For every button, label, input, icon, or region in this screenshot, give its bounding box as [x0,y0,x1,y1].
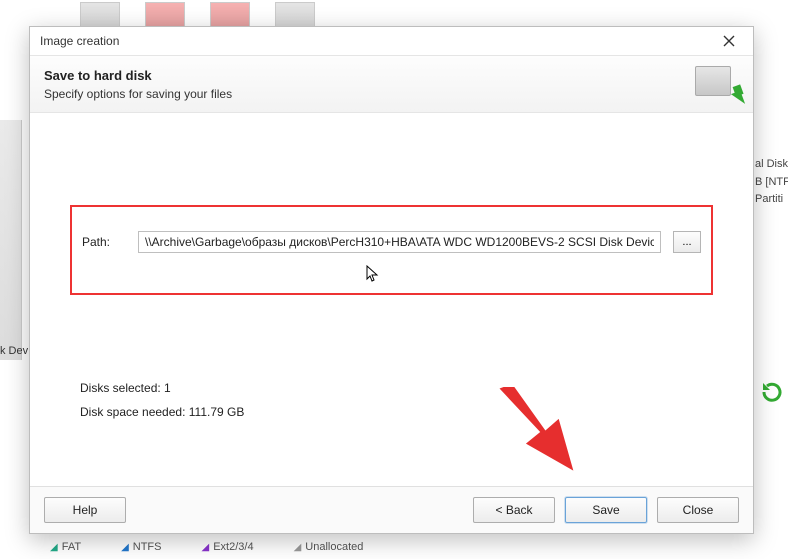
background-right-panel: al Disk B [NTFS Partiti [753,150,788,215]
disks-selected-label: Disks selected: [80,381,161,395]
bg-icon [80,2,120,28]
footer-right-buttons: < Back Save Close [473,497,739,523]
help-button[interactable]: Help [44,497,126,523]
background-toolbar-icons [80,2,315,28]
bg-right-line: B [NTFS [755,174,786,192]
legend-ext: Ext2/3/4 [202,541,254,553]
space-needed-value: 111.79 GB [189,405,245,419]
space-needed-label: Disk space needed: [80,405,185,419]
browse-button[interactable]: ... [673,231,701,253]
save-button[interactable]: Save [565,497,647,523]
info-block: Disks selected: 1 Disk space needed: 111… [80,376,244,424]
bg-icon [210,2,250,28]
background-stripe [0,120,22,360]
back-button[interactable]: < Back [473,497,555,523]
background-left-label: k Dev [0,345,28,357]
path-label: Path: [82,235,126,249]
close-icon[interactable] [709,29,749,53]
titlebar: Image creation [30,27,753,55]
bg-icon [145,2,185,28]
red-arrow-annotation [485,387,595,482]
legend-ntfs: NTFS [121,541,161,553]
dialog-header: Save to hard disk Specify options for sa… [30,55,753,113]
bg-right-line: Partiti [755,191,786,209]
disks-selected-value: 1 [164,381,171,395]
image-creation-dialog: Image creation Save to hard disk Specify… [29,26,754,534]
path-row: Path: ... [82,231,701,253]
dialog-footer: Help < Back Save Close [30,486,753,533]
refresh-icon [760,380,784,404]
legend-unallocated: Unallocated [294,541,364,553]
window-title: Image creation [40,34,119,48]
close-button[interactable]: Close [657,497,739,523]
disks-selected-row: Disks selected: 1 [80,376,244,400]
header-subtitle: Specify options for saving your files [44,87,232,101]
save-disk-icon [693,64,739,104]
path-input[interactable] [138,231,661,253]
cursor-icon [366,265,380,286]
bg-icon [275,2,315,28]
legend-fat: FAT [50,541,81,553]
browse-button-label: ... [682,236,691,248]
dialog-body: Path: ... Disks selected: 1 Disk space n… [30,113,753,486]
header-text: Save to hard disk Specify options for sa… [44,68,232,101]
background-legend: FAT NTFS Ext2/3/4 Unallocated [50,541,363,553]
bg-right-line: al Disk [755,156,786,174]
header-title: Save to hard disk [44,68,232,83]
space-needed-row: Disk space needed: 111.79 GB [80,400,244,424]
